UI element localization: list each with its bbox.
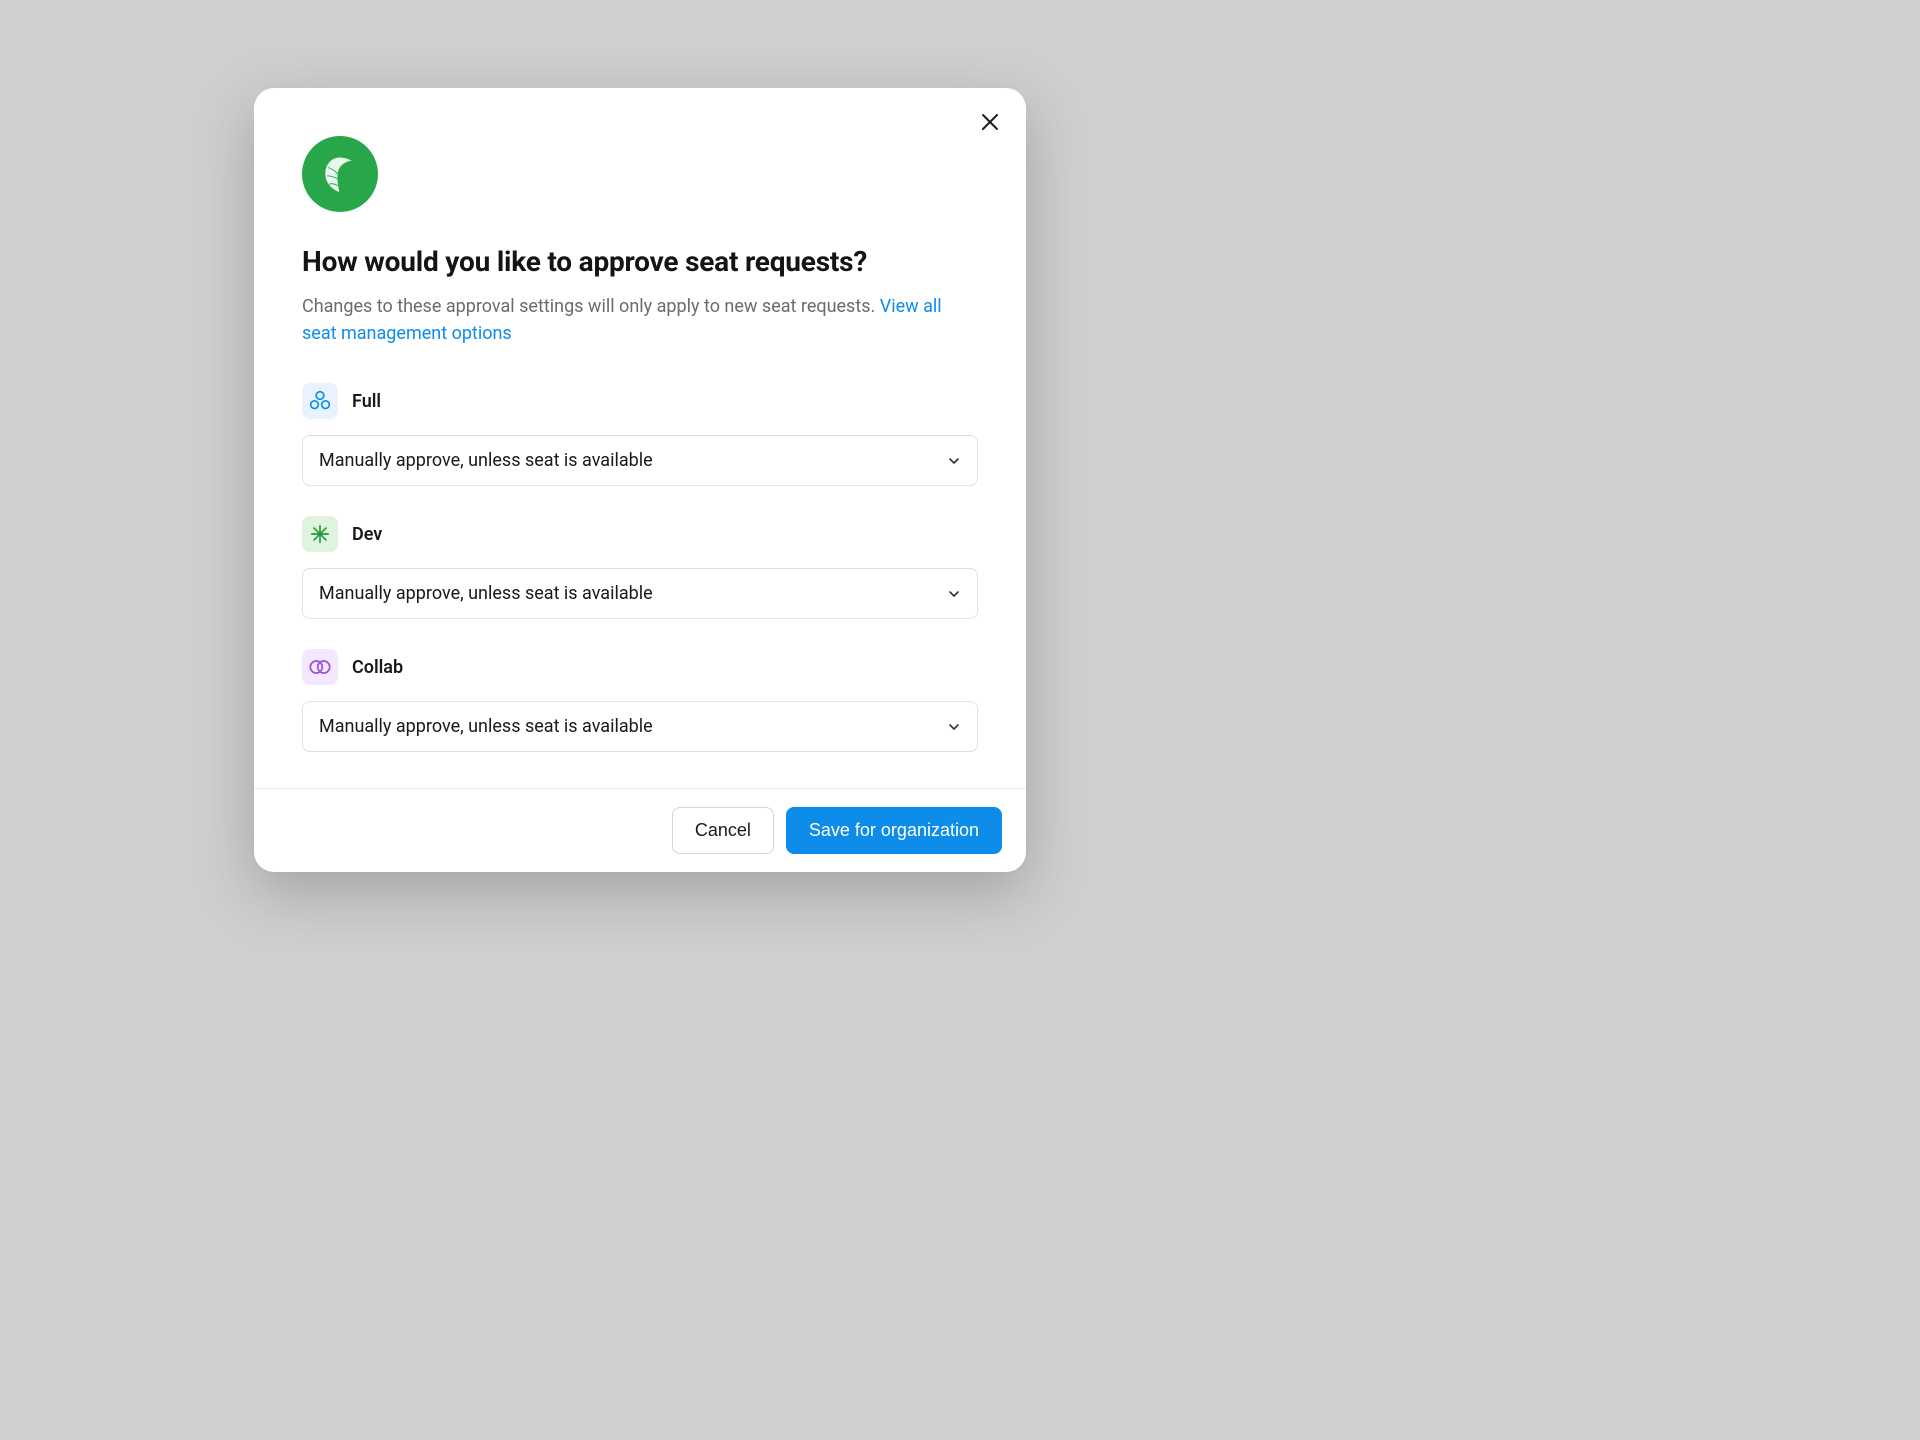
modal-body: How would you like to approve seat reque…	[254, 88, 1026, 788]
close-button[interactable]	[974, 106, 1006, 138]
seat-header-collab: Collab	[302, 649, 978, 685]
seat-label-full: Full	[352, 391, 381, 412]
seat-label-dev: Dev	[352, 524, 382, 545]
chevron-down-icon	[947, 720, 961, 734]
approval-select-full-value: Manually approve, unless seat is availab…	[319, 450, 653, 471]
org-logo	[302, 136, 378, 212]
chevron-down-icon	[947, 587, 961, 601]
modal-footer: Cancel Save for organization	[254, 788, 1026, 872]
seat-approval-modal: How would you like to approve seat reque…	[254, 88, 1026, 872]
chevron-down-icon	[947, 454, 961, 468]
approval-select-collab-value: Manually approve, unless seat is availab…	[319, 716, 653, 737]
seat-group-collab: Collab Manually approve, unless seat is …	[302, 649, 978, 752]
approval-select-full[interactable]: Manually approve, unless seat is availab…	[302, 435, 978, 486]
leaf-icon	[318, 152, 362, 196]
save-button[interactable]: Save for organization	[786, 807, 1002, 854]
cancel-button[interactable]: Cancel	[672, 807, 774, 854]
modal-description: Changes to these approval settings will …	[302, 293, 978, 347]
approval-select-dev[interactable]: Manually approve, unless seat is availab…	[302, 568, 978, 619]
seat-group-full: Full Manually approve, unless seat is av…	[302, 383, 978, 486]
collab-seat-icon	[302, 649, 338, 685]
seat-group-dev: Dev Manually approve, unless seat is ava…	[302, 516, 978, 619]
approval-select-collab[interactable]: Manually approve, unless seat is availab…	[302, 701, 978, 752]
seat-header-dev: Dev	[302, 516, 978, 552]
close-icon	[980, 112, 1000, 132]
full-seat-icon	[302, 383, 338, 419]
approval-select-dev-value: Manually approve, unless seat is availab…	[319, 583, 653, 604]
modal-description-text: Changes to these approval settings will …	[302, 296, 880, 317]
seat-label-collab: Collab	[352, 657, 403, 678]
seat-header-full: Full	[302, 383, 978, 419]
dev-seat-icon	[302, 516, 338, 552]
modal-title: How would you like to approve seat reque…	[302, 244, 978, 279]
